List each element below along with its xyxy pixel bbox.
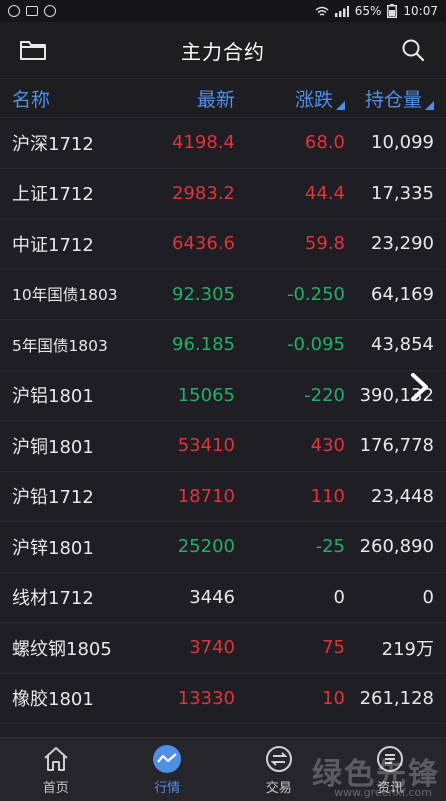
column-headers: 名称 最新 涨跌 持仓量 — [0, 79, 446, 118]
contract-open-interest: 0 — [422, 586, 434, 608]
nav-home-label: 首页 — [42, 780, 69, 796]
battery-percent: 65% — [354, 4, 382, 18]
header-open-interest-label: 持仓量 — [364, 88, 422, 111]
contract-price: 6436.6 — [172, 233, 235, 255]
contract-name: 中证1712 — [12, 234, 94, 256]
bottom-nav: 首页 行情 交易 资讯 绿色先锋 www.greenxf.com — [0, 737, 446, 801]
sort-icon — [425, 100, 434, 110]
contract-price: 53410 — [177, 435, 235, 457]
table-row[interactable]: 沪深1712 4198.4 68.0 10,099 — [0, 118, 446, 169]
contract-change: -0.250 — [286, 283, 345, 305]
contract-change: 0 — [333, 586, 345, 608]
contract-name: 上证1712 — [12, 184, 94, 206]
search-button[interactable] — [398, 35, 428, 65]
header-change-label: 涨跌 — [294, 88, 333, 111]
signal-icon — [334, 5, 349, 17]
minus-circle-icon — [44, 5, 56, 17]
notification-icon — [8, 5, 20, 17]
table-row[interactable]: 中证1712 6436.6 59.8 23,290 — [0, 219, 446, 270]
table-row[interactable]: 沪铅1712 18710 110 23,448 — [0, 472, 446, 522]
battery-icon — [387, 4, 398, 18]
contract-open-interest: 219万 — [381, 638, 434, 660]
header-change[interactable]: 涨跌 — [235, 85, 345, 112]
contract-open-interest: 23,448 — [371, 485, 434, 507]
home-icon — [41, 744, 71, 774]
watermark-url: www.greenxf.com — [334, 786, 432, 799]
table-row[interactable]: 沪锌1801 25200 -25 260,890 — [0, 522, 446, 573]
table-row[interactable]: 沪铜1801 53410 430 176,778 — [0, 421, 446, 472]
contract-change: 10 — [322, 687, 345, 709]
wifi-icon — [315, 6, 329, 16]
contract-open-interest: 64,169 — [371, 283, 434, 305]
contract-open-interest: 23,290 — [371, 233, 434, 255]
contract-change: 59.8 — [304, 233, 345, 255]
table-row[interactable]: 10年国债1803 92.305 -0.250 64,169 — [0, 270, 446, 320]
contract-price: 3446 — [189, 586, 235, 608]
contract-change: 44.4 — [304, 182, 345, 204]
contract-price: 15065 — [177, 384, 235, 406]
nav-home[interactable]: 首页 — [0, 738, 112, 801]
table-row[interactable]: 线材1712 3446 0 0 — [0, 573, 446, 623]
clock: 10:07 — [403, 4, 438, 18]
page-title: 主力合约 — [181, 39, 265, 64]
contract-name: 沪铜1801 — [12, 436, 94, 458]
contract-name: 沪铝1801 — [12, 386, 94, 408]
folder-icon — [20, 41, 46, 60]
contract-price: 13330 — [177, 687, 235, 709]
contract-change: 430 — [310, 435, 345, 457]
contract-list: 沪深1712 4198.4 68.0 10,099 上证1712 2983.2 … — [0, 118, 446, 724]
nav-trade-label: 交易 — [265, 780, 292, 796]
contract-name: 沪锌1801 — [12, 537, 94, 559]
contract-change: -25 — [315, 536, 345, 558]
contract-change: -220 — [304, 384, 345, 406]
contract-open-interest: 261,128 — [359, 687, 434, 709]
contract-name: 沪铅1712 — [12, 487, 94, 509]
contract-open-interest: 260,890 — [359, 536, 434, 558]
title-bar: 主力合约 — [0, 22, 446, 79]
contract-price: 2983.2 — [172, 182, 235, 204]
contract-open-interest: 17,335 — [371, 182, 434, 204]
nav-quotes-label: 行情 — [154, 780, 181, 796]
contract-open-interest: 176,778 — [359, 435, 434, 457]
table-row[interactable]: 上证1712 2983.2 44.4 17,335 — [0, 169, 446, 219]
contract-price: 96.185 — [172, 334, 235, 356]
sort-icon — [336, 100, 345, 110]
chevron-right-icon[interactable] — [402, 370, 436, 404]
contract-name: 线材1712 — [12, 588, 94, 610]
contract-price: 25200 — [177, 536, 235, 558]
contract-open-interest: 10,099 — [371, 132, 434, 154]
contract-name: 5年国债1803 — [12, 336, 108, 355]
contract-change: -0.095 — [286, 334, 345, 356]
contract-price: 4198.4 — [172, 132, 235, 154]
contract-change: 68.0 — [304, 132, 345, 154]
header-open-interest[interactable]: 持仓量 — [345, 85, 446, 112]
image-icon — [26, 6, 38, 16]
contract-price: 18710 — [177, 485, 235, 507]
table-row[interactable]: 5年国债1803 96.185 -0.095 43,854 — [0, 320, 446, 371]
table-row[interactable]: 螺纹钢1805 3740 75 219万 — [0, 623, 446, 674]
status-icons-right: 65% 10:07 — [315, 4, 438, 18]
status-bar: 65% 10:07 — [0, 0, 446, 22]
search-icon — [402, 39, 425, 62]
chart-icon — [152, 744, 182, 774]
contract-change: 75 — [322, 637, 345, 659]
contract-price: 92.305 — [172, 283, 235, 305]
nav-quotes[interactable]: 行情 — [112, 738, 224, 801]
contract-name: 沪深1712 — [12, 133, 94, 155]
table-row[interactable]: 沪铝1801 15065 -220 390,1​32 — [0, 371, 446, 421]
contract-open-interest: 43,854 — [371, 334, 434, 356]
contract-name: 10年国债1803 — [12, 286, 118, 305]
contract-name: 橡胶1801 — [12, 689, 94, 711]
contract-change: 110 — [310, 485, 345, 507]
status-icons-left — [8, 5, 56, 17]
table-row[interactable]: 橡胶1801 13330 10 261,128 — [0, 674, 446, 724]
header-name[interactable]: 名称 — [0, 85, 145, 112]
contract-name: 螺纹钢1805 — [12, 638, 112, 660]
trade-icon — [264, 744, 294, 774]
header-price[interactable]: 最新 — [145, 85, 235, 112]
folder-button[interactable] — [18, 35, 48, 65]
contract-price: 3740 — [189, 637, 235, 659]
